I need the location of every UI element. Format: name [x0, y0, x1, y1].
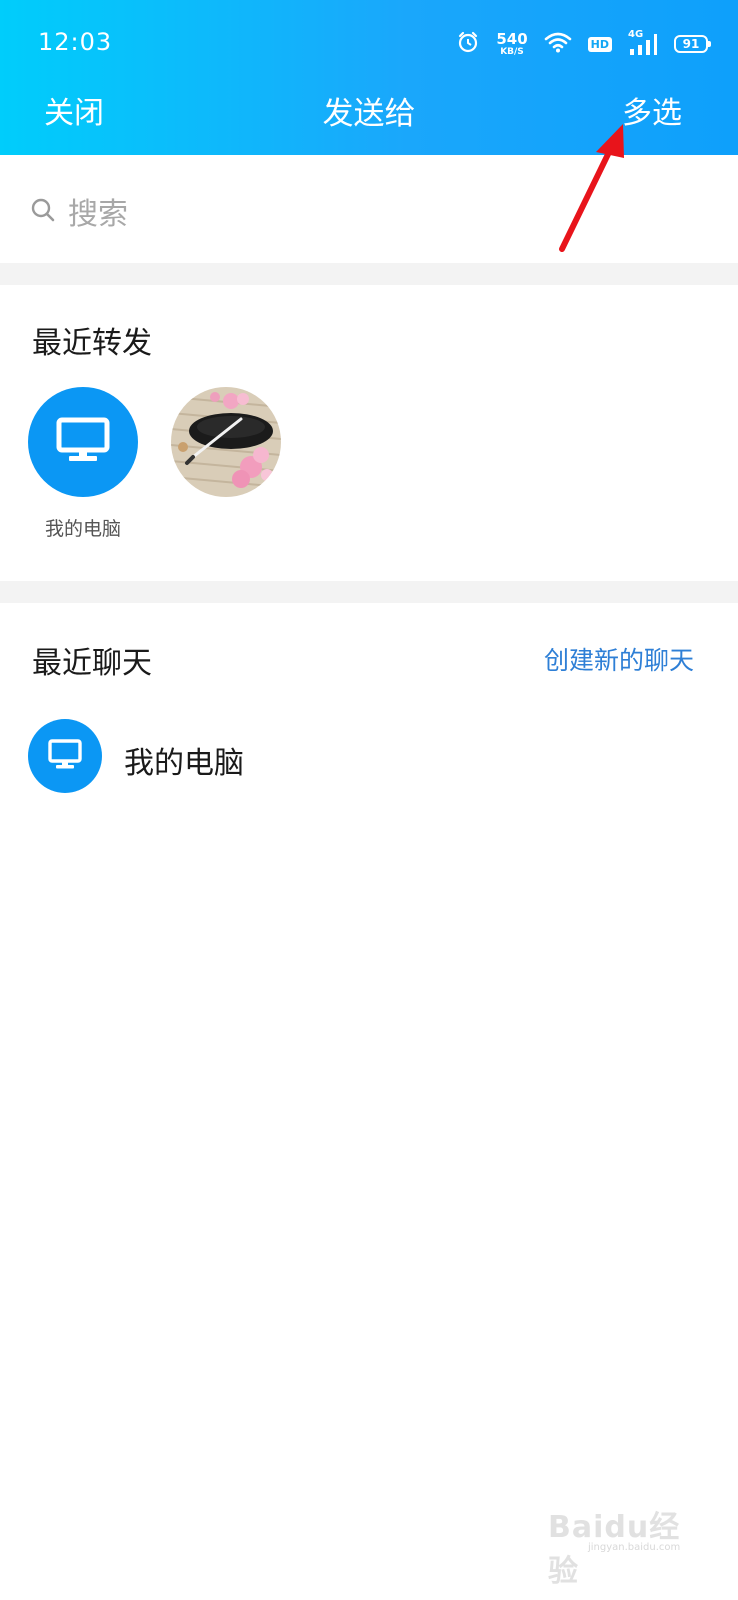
net-speed-unit: KB/S [500, 46, 524, 57]
battery-icon: 91 [674, 35, 711, 53]
search-icon [30, 197, 56, 223]
recent-forward-title: 最近转发 [32, 326, 152, 361]
net-speed-value: 540 [496, 29, 528, 48]
share-page: 12:03 540 KB/S HD 4G 91 关闭 发送给 多选 搜索 最近转… [0, 0, 738, 1600]
create-new-chat-link[interactable]: 创建新的聊天 [544, 641, 694, 677]
header-bar: 12:03 540 KB/S HD 4G 91 关闭 发送给 多选 [0, 0, 738, 155]
baidu-watermark: Baidu经验 jingyan.baidu.com [548, 1502, 698, 1589]
chat-name: 我的电脑 [124, 746, 244, 781]
chat-list-item[interactable]: 我的电脑 [0, 708, 738, 804]
recent-forward-contact-avatar[interactable] [171, 387, 281, 497]
monitor-icon [55, 416, 111, 468]
recent-forward-my-computer[interactable] [28, 387, 138, 497]
search-placeholder: 搜索 [68, 197, 128, 232]
signal-icon: 4G [628, 29, 658, 57]
photo-avatar-image [171, 387, 281, 497]
multi-select-button[interactable]: 多选 [622, 88, 682, 132]
status-icons: 540 KB/S HD 4G 91 [456, 26, 711, 62]
wifi-icon [544, 31, 572, 57]
alarm-icon [456, 30, 480, 58]
monitor-icon [47, 738, 83, 774]
section-divider [0, 263, 738, 285]
recent-chats-title: 最近聊天 [32, 646, 152, 681]
net-speed: 540 KB/S [496, 29, 528, 57]
watermark-url: jingyan.baidu.com [588, 1542, 681, 1553]
section-divider [0, 581, 738, 603]
recent-forward-label: 我的电脑 [44, 518, 121, 540]
chat-avatar [28, 719, 102, 793]
search-bar[interactable]: 搜索 [0, 155, 738, 263]
hd-icon: HD [587, 36, 612, 52]
status-time: 12:03 [38, 28, 113, 56]
